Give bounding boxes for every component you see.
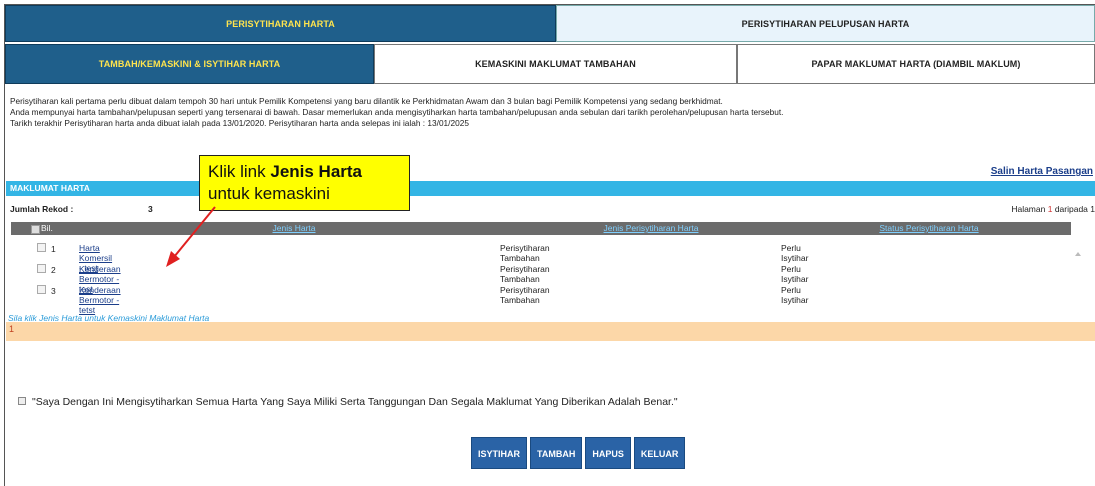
row-status: Perlu Isytihar (781, 285, 809, 305)
row-checkbox[interactable] (37, 243, 46, 252)
hapus-button[interactable]: HAPUS (585, 437, 631, 469)
col-bil: Bil. (11, 222, 73, 235)
info-line-3: Tarikh terakhir Perisytiharan harta anda… (10, 118, 469, 128)
record-count: 3 (148, 204, 153, 214)
info-line-1: Perisytiharan kali pertama perlu dibuat … (10, 96, 723, 106)
action-buttons: ISYTIHAR TAMBAH HAPUS KELUAR (471, 437, 688, 469)
page-prefix: Halaman (1011, 204, 1048, 214)
instruction-callout: Klik link Jenis Harta untuk kemaskini (199, 155, 410, 211)
scroll-up-icon[interactable] (1075, 252, 1081, 256)
col-jenis-perisytiharan[interactable]: Jenis Perisytiharan Harta (515, 222, 787, 235)
pager-page-link[interactable]: 1 (9, 324, 14, 334)
row-number: 2 (51, 265, 56, 275)
record-count-label: Jumlah Rekod : (10, 204, 74, 214)
salin-harta-pasangan-link[interactable]: Salin Harta Pasangan (991, 166, 1093, 177)
row-number: 3 (51, 286, 56, 296)
tab-perisytiharan-pelupusan-harta[interactable]: PERISYTIHARAN PELUPUSAN HARTA (556, 5, 1095, 42)
row-status: Perlu Isytihar (781, 264, 809, 284)
row-number: 1 (51, 244, 56, 254)
pager-bar: 1 (6, 322, 1095, 341)
info-line-2: Anda mempunyai harta tambahan/pelupusan … (10, 107, 784, 117)
info-text: Perisytiharan kali pertama perlu dibuat … (10, 96, 784, 129)
tab-kemaskini-maklumat-tambahan[interactable]: KEMASKINI MAKLUMAT TAMBAHAN (374, 44, 737, 84)
tambah-button[interactable]: TAMBAH (530, 437, 583, 469)
declaration-checkbox[interactable] (18, 397, 26, 406)
declaration: "Saya Dengan Ini Mengisytiharkan Semua H… (18, 396, 678, 408)
col-status-perisytiharan[interactable]: Status Perisytiharan Harta (787, 222, 1071, 235)
row-checkbox[interactable] (37, 264, 46, 273)
row-checkbox[interactable] (37, 285, 46, 294)
tab-papar-maklumat-harta[interactable]: PAPAR MAKLUMAT HARTA (DIAMBIL MAKLUM) (737, 44, 1095, 84)
top-tabs: PERISYTIHARAN HARTA PERISYTIHARAN PELUPU… (5, 5, 1095, 42)
row-jenis-perisytiharan: Perisytiharan Tambahan (500, 285, 550, 305)
sub-tabs: TAMBAH/KEMASKINI & ISYTIHAR HARTA KEMASK… (5, 44, 1095, 84)
isytihar-button[interactable]: ISYTIHAR (471, 437, 528, 469)
row-status: Perlu Isytihar (781, 243, 809, 263)
page-suffix: daripada 1 (1052, 204, 1095, 214)
tab-perisytiharan-harta[interactable]: PERISYTIHARAN HARTA (5, 5, 556, 42)
row-jenis-harta-link[interactable]: Kenderaan Bermotor - tetst (79, 285, 121, 315)
callout-prefix: Klik link (208, 162, 271, 181)
col-jenis-harta[interactable]: Jenis Harta (73, 222, 515, 235)
section-title: MAKLUMAT HARTA (6, 181, 1095, 196)
callout-line-1: Klik link Jenis Harta (208, 161, 401, 183)
callout-bold: Jenis Harta (270, 162, 363, 181)
row-jenis-perisytiharan: Perisytiharan Tambahan (500, 243, 550, 263)
select-all-checkbox[interactable] (31, 225, 40, 234)
declaration-text: "Saya Dengan Ini Mengisytiharkan Semua H… (32, 396, 678, 408)
table-scrollbar[interactable] (1072, 238, 1085, 318)
callout-line-2: untuk kemaskini (208, 184, 330, 203)
col-bil-label: Bil. (41, 223, 53, 233)
annotation-arrow-icon (166, 206, 216, 267)
tab-tambah-kemaskini[interactable]: TAMBAH/KEMASKINI & ISYTIHAR HARTA (5, 44, 374, 84)
row-jenis-perisytiharan: Perisytiharan Tambahan (500, 264, 550, 284)
keluar-button[interactable]: KELUAR (633, 437, 686, 469)
page-indicator: Halaman 1 daripada 1 (1011, 204, 1095, 214)
